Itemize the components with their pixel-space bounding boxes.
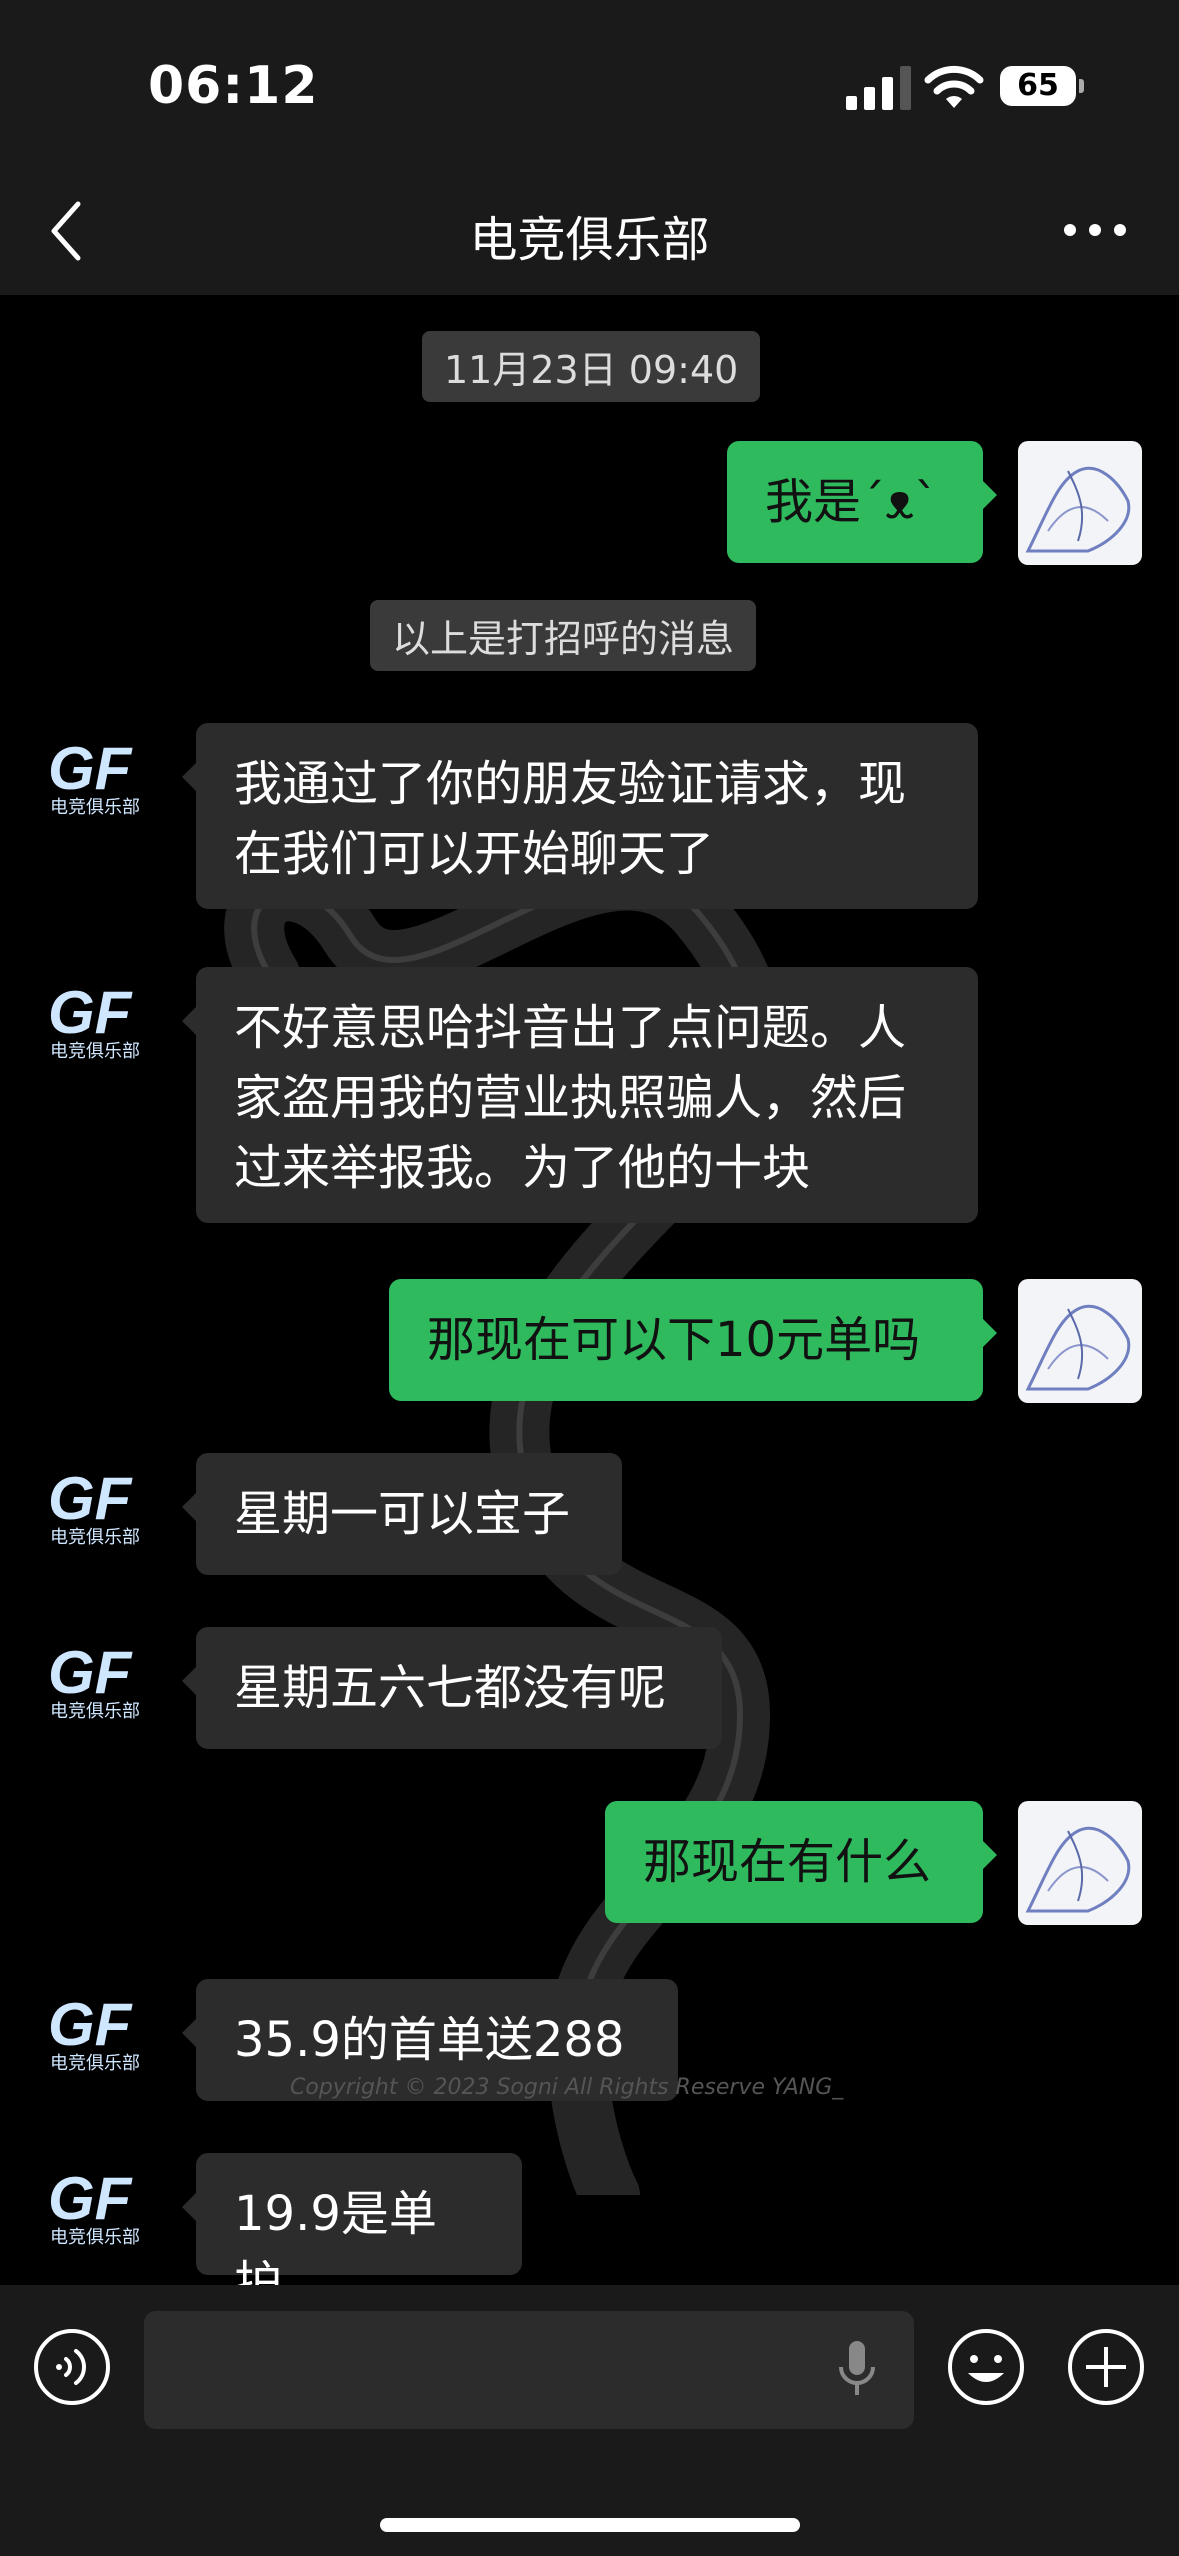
message-bubble-other[interactable]: 19.9是单护 [182, 2153, 522, 2285]
svg-text:电竞俱乐部: 电竞俱乐部 [50, 1527, 140, 1548]
svg-text:电竞俱乐部: 电竞俱乐部 [50, 797, 140, 818]
plus-icon[interactable] [1066, 2327, 1146, 2407]
self-avatar-image [1025, 466, 1131, 553]
chat-title: 电竞俱乐部 [469, 212, 710, 268]
svg-text:GF: GF [48, 979, 133, 1046]
self-avatar[interactable] [1018, 1801, 1142, 1925]
gf-club-avatar[interactable]: GF 电竞俱乐部 [40, 2149, 162, 2271]
watermark-text: Copyright © 2023 Sogni All Rights Reserv… [290, 2075, 844, 2100]
more-icon[interactable] [1060, 210, 1130, 250]
battery-indicator: 65 [1000, 66, 1084, 106]
status-bar: 06:12 65 [0, 0, 1179, 170]
message-line: 我通过了你的朋友验证请求，现 [234, 756, 907, 812]
message-bubble-other[interactable]: 星期五六七都没有呢 [182, 1627, 722, 1749]
svg-text:GF: GF [48, 1465, 133, 1532]
input-bar [0, 2285, 1179, 2556]
gf-club-avatar[interactable]: GF 电竞俱乐部 [40, 1623, 162, 1745]
message-bubble-self[interactable]: 那现在可以下10元单吗 [389, 1279, 997, 1401]
message-line: 在我们可以开始聊天了 [234, 826, 715, 882]
svg-text:电竞俱乐部: 电竞俱乐部 [50, 2227, 140, 2248]
svg-text:GF: GF [48, 1991, 133, 2058]
svg-text:GF: GF [48, 735, 133, 802]
svg-text:电竞俱乐部: 电竞俱乐部 [50, 2053, 140, 2074]
svg-text:电竞俱乐部: 电竞俱乐部 [50, 1041, 140, 1062]
self-avatar[interactable] [1018, 1279, 1142, 1403]
gf-club-avatar[interactable]: GF 电竞俱乐部 [40, 963, 162, 1085]
message-line: 过来举报我。为了他的十块 [234, 1140, 811, 1196]
chat-area[interactable]: 11月23日 09:40 我是´ᴥ` 以上是打招呼的消息 GF 电竞俱乐部 我通… [0, 295, 1179, 2285]
nav-bar: 电竞俱乐部 [0, 170, 1179, 295]
svg-text:GF: GF [48, 1639, 133, 1706]
message-line: 不好意思哈抖音出了点问题。人 [234, 1000, 907, 1056]
gf-club-avatar[interactable]: GF 电竞俱乐部 [40, 719, 162, 841]
status-time: 06:12 [148, 56, 319, 116]
home-indicator [380, 2518, 800, 2532]
message-bubble-other[interactable]: 星期一可以宝子 [182, 1453, 622, 1575]
self-avatar[interactable] [1018, 441, 1142, 565]
gf-club-avatar[interactable]: GF 电竞俱乐部 [40, 1449, 162, 1571]
emoji-icon[interactable] [946, 2327, 1026, 2407]
voice-toggle-icon[interactable] [32, 2327, 112, 2407]
signal-icon [846, 66, 911, 110]
timestamp-label: 11月23日 09:40 [422, 331, 761, 402]
self-avatar-image [1025, 1304, 1131, 1391]
system-notice: 以上是打招呼的消息 [370, 600, 757, 671]
message-input[interactable] [144, 2311, 914, 2429]
wifi-icon [924, 65, 984, 108]
svg-text:GF: GF [48, 2165, 133, 2232]
message-line: 家盗用我的营业执照骗人，然后 [234, 1070, 907, 1126]
message-bubble-other[interactable]: 我通过了你的朋友验证请求，现 在我们可以开始聊天了 [182, 723, 978, 909]
message-bubble-other[interactable]: 不好意思哈抖音出了点问题。人 家盗用我的营业执照骗人，然后 过来举报我。为了他的… [182, 967, 978, 1223]
microphone-icon[interactable] [835, 2339, 879, 2403]
self-avatar-image [1025, 1826, 1131, 1913]
message-bubble-self[interactable]: 我是´ᴥ` [727, 441, 997, 563]
svg-text:电竞俱乐部: 电竞俱乐部 [50, 1701, 140, 1722]
message-bubble-self[interactable]: 那现在有什么 [605, 1801, 997, 1923]
gf-club-avatar[interactable]: GF 电竞俱乐部 [40, 1975, 162, 2097]
